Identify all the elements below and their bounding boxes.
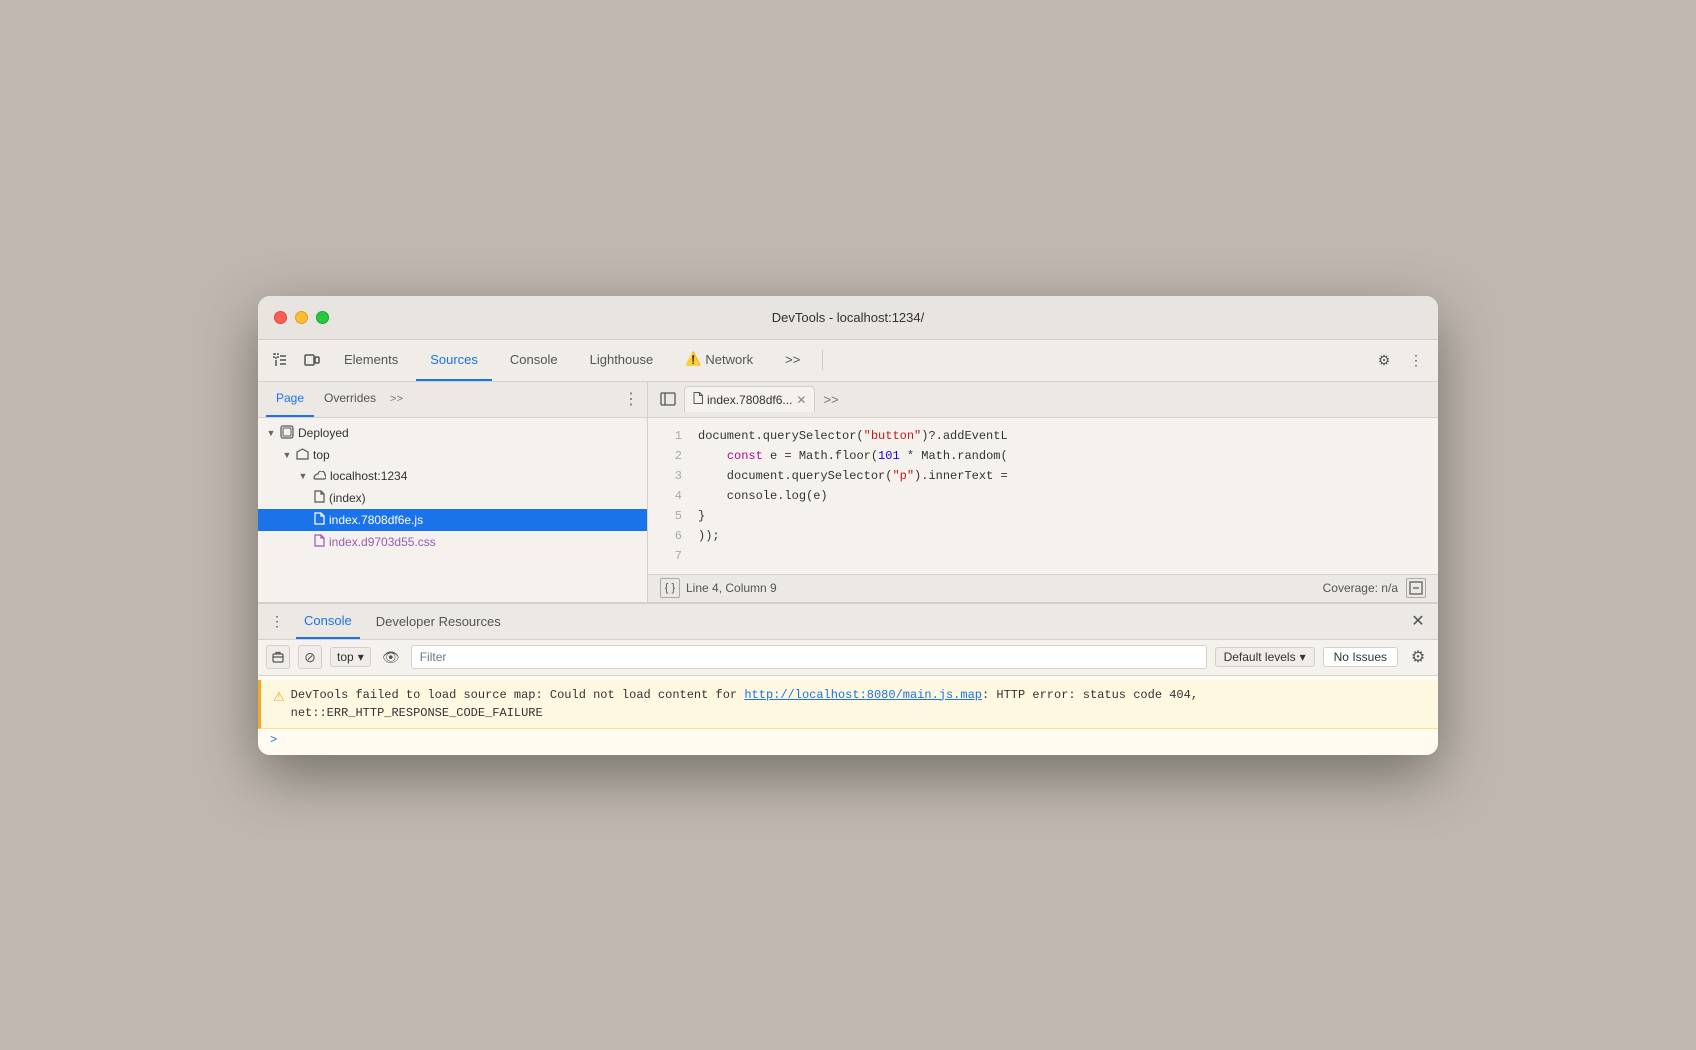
deployed-icon xyxy=(280,425,294,442)
right-panel: index.7808df6... ✕ >> 1 document.querySe… xyxy=(648,382,1438,602)
cursor-position: Line 4, Column 9 xyxy=(686,581,777,595)
file-tab-close[interactable]: ✕ xyxy=(796,393,806,407)
tab-console[interactable]: Console xyxy=(496,339,572,381)
main-toolbar: Elements Sources Console Lighthouse ⚠️ N… xyxy=(258,340,1438,382)
coverage-icon[interactable] xyxy=(1406,578,1426,598)
bottom-close-button[interactable]: ✕ xyxy=(1406,609,1430,633)
console-error-message: ⚠ DevTools failed to load source map: Co… xyxy=(258,680,1438,729)
device-icon[interactable] xyxy=(298,346,326,374)
tab-network[interactable]: ⚠️ Network xyxy=(671,339,767,381)
status-right: Coverage: n/a xyxy=(1323,578,1426,598)
close-button[interactable] xyxy=(274,311,287,324)
coverage-label: Coverage: n/a xyxy=(1323,581,1398,595)
file-tab-more[interactable]: >> xyxy=(823,392,838,407)
file-tab-icon xyxy=(693,392,703,407)
console-output: ⚠ DevTools failed to load source map: Co… xyxy=(258,676,1438,755)
panel-tab-overrides[interactable]: Overrides xyxy=(314,381,386,417)
tree-item-top[interactable]: ▼ top xyxy=(258,445,647,466)
bottom-tab-dev-resources[interactable]: Developer Resources xyxy=(368,603,509,639)
maximize-button[interactable] xyxy=(316,311,329,324)
console-filter-input[interactable] xyxy=(411,645,1207,669)
tree-item-deployed[interactable]: ▼ Deployed xyxy=(258,422,647,445)
tab-elements[interactable]: Elements xyxy=(330,339,412,381)
tree-item-index-html[interactable]: (index) xyxy=(258,487,647,509)
top-icon xyxy=(296,448,309,463)
settings-icon[interactable]: ⚙ xyxy=(1370,346,1398,374)
title-bar: DevTools - localhost:1234/ xyxy=(258,296,1438,340)
devtools-window: DevTools - localhost:1234/ Elements Sour… xyxy=(258,296,1438,755)
status-left: { } Line 4, Column 9 xyxy=(660,578,777,598)
left-panel: Page Overrides >> ⋮ ▼ xyxy=(258,382,648,602)
cursor-icon[interactable] xyxy=(266,346,294,374)
code-line-5: 5 } xyxy=(648,506,1438,526)
localhost-icon xyxy=(312,469,326,484)
localhost-label: localhost:1234 xyxy=(330,469,407,483)
file-tree: ▼ Deployed ▼ xyxy=(258,418,647,602)
file-tab-label: index.7808df6... xyxy=(707,393,792,407)
file-tabs: index.7808df6... ✕ >> xyxy=(648,382,1438,418)
window-title: DevTools - localhost:1234/ xyxy=(772,310,924,325)
bottom-toolbar: ⋮ Console Developer Resources ✕ xyxy=(258,604,1438,640)
tree-item-index-js[interactable]: index.7808df6e.js xyxy=(258,509,647,531)
console-clear-btn[interactable] xyxy=(266,645,290,669)
deployed-label: Deployed xyxy=(298,426,349,440)
toolbar-right: ⚙ ⋮ xyxy=(1370,346,1430,374)
bottom-tab-console[interactable]: Console xyxy=(296,603,360,639)
network-warning-icon: ⚠️ xyxy=(685,351,701,367)
css-file-icon xyxy=(314,534,325,550)
warning-icon: ⚠ xyxy=(273,687,285,707)
toolbar-separator xyxy=(822,350,823,370)
bottom-panel: ⋮ Console Developer Resources ✕ ⊘ top ▾ xyxy=(258,602,1438,755)
bottom-dots[interactable]: ⋮ xyxy=(266,613,288,630)
index-css-label: index.d9703d55.css xyxy=(329,535,436,549)
code-line-3: 3 document.querySelector("p").innerText … xyxy=(648,466,1438,486)
main-content: Page Overrides >> ⋮ ▼ xyxy=(258,382,1438,602)
status-bar: { } Line 4, Column 9 Coverage: n/a xyxy=(648,574,1438,602)
top-arrow: ▼ xyxy=(282,450,292,460)
index-html-label: (index) xyxy=(329,491,366,505)
tab-sources[interactable]: Sources xyxy=(416,339,492,381)
file-icon xyxy=(314,490,325,506)
tab-more[interactable]: >> xyxy=(771,339,814,381)
deployed-arrow: ▼ xyxy=(266,428,276,438)
minimize-button[interactable] xyxy=(295,311,308,324)
file-tab-js[interactable]: index.7808df6... ✕ xyxy=(684,386,815,412)
top-label: top xyxy=(313,448,330,462)
panel-options[interactable]: ⋮ xyxy=(623,389,639,409)
code-line-2: 2 const e = Math.floor(101 * Math.random… xyxy=(648,446,1438,466)
menu-icon[interactable]: ⋮ xyxy=(1402,346,1430,374)
index-js-label: index.7808df6e.js xyxy=(329,513,423,527)
error-text: DevTools failed to load source map: Coul… xyxy=(291,686,1426,722)
code-line-7: 7 xyxy=(648,546,1438,566)
console-eye-icon[interactable]: 👁 xyxy=(379,645,403,669)
code-line-6: 6 )); xyxy=(648,526,1438,546)
code-line-4: 4 console.log(e) xyxy=(648,486,1438,506)
localhost-arrow: ▼ xyxy=(298,471,308,481)
format-icon[interactable]: { } xyxy=(660,578,680,598)
console-chevron: > xyxy=(270,733,277,747)
panel-tab-more[interactable]: >> xyxy=(386,393,407,405)
console-settings-icon[interactable]: ⚙ xyxy=(1406,645,1430,669)
console-filter-btn[interactable]: ⊘ xyxy=(298,645,322,669)
console-toolbar: ⊘ top ▾ 👁 Default levels ▾ No Issues ⚙ xyxy=(258,640,1438,676)
tree-item-localhost[interactable]: ▼ localhost:1234 xyxy=(258,466,647,487)
error-link[interactable]: http://localhost:8080/main.js.map xyxy=(744,688,982,702)
no-issues-button[interactable]: No Issues xyxy=(1323,647,1398,667)
dropdown-arrow: ▾ xyxy=(358,650,364,664)
console-prompt[interactable]: > xyxy=(258,729,1438,751)
tree-item-index-css[interactable]: index.d9703d55.css xyxy=(258,531,647,553)
code-line-1: 1 document.querySelector("button")?.addE… xyxy=(648,426,1438,446)
sidebar-toggle[interactable] xyxy=(656,387,680,411)
code-area: 1 document.querySelector("button")?.addE… xyxy=(648,418,1438,574)
tab-lighthouse[interactable]: Lighthouse xyxy=(576,339,668,381)
console-levels-select[interactable]: Default levels ▾ xyxy=(1215,647,1315,667)
panel-tab-page[interactable]: Page xyxy=(266,381,314,417)
js-file-icon xyxy=(314,512,325,528)
panel-tabs: Page Overrides >> ⋮ xyxy=(258,382,647,418)
traffic-lights xyxy=(274,311,329,324)
console-context-select[interactable]: top ▾ xyxy=(330,647,371,667)
levels-arrow: ▾ xyxy=(1300,650,1306,664)
